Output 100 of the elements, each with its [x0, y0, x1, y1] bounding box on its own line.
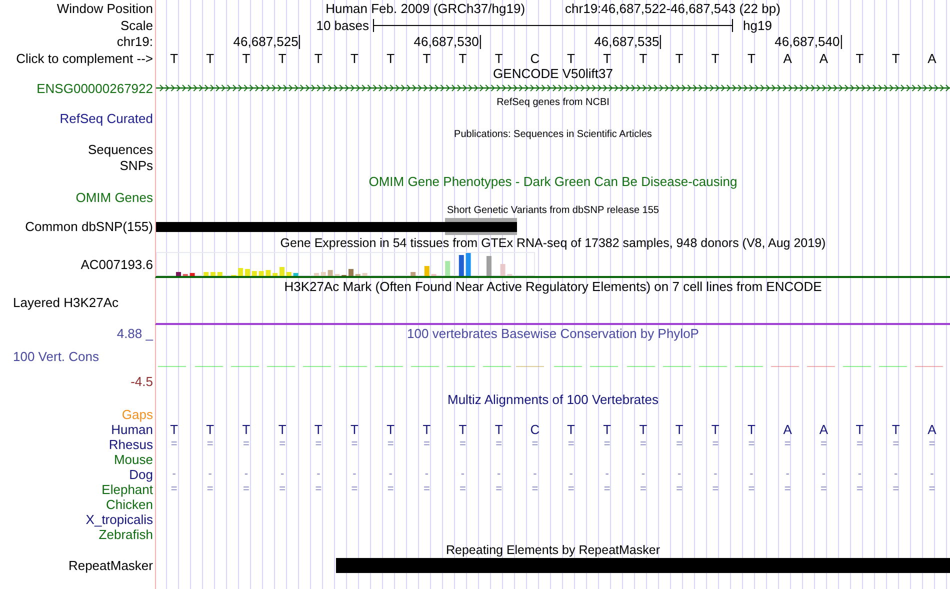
- species-label[interactable]: Elephant: [102, 483, 153, 496]
- base-letter: -: [748, 469, 754, 480]
- base-letter: =: [314, 484, 323, 495]
- base-letter: -: [496, 469, 502, 480]
- base-letter: =: [675, 484, 684, 495]
- base-letter: =: [422, 484, 431, 495]
- base-letter: -: [316, 469, 322, 480]
- base-letter: T: [638, 423, 648, 436]
- species-label[interactable]: Rhesus: [108, 438, 153, 451]
- base-letter: T: [674, 423, 684, 436]
- track-title: Gene Expression in 54 tissues from GTEx RNA-seq of 17382 samples, 948 donors (V8, Aug 2019): [280, 237, 826, 250]
- track-label[interactable]: Common dbSNP(155): [25, 220, 153, 233]
- base-letter: =: [892, 484, 900, 495]
- track-title: Multiz Alignments of 100 Vertebrates: [447, 392, 658, 406]
- base-letter: -: [243, 469, 250, 480]
- base-letter: T: [566, 52, 576, 64]
- base-letter: T: [710, 423, 720, 436]
- track-label[interactable]: Window Position: [56, 2, 153, 15]
- base-letter: T: [890, 423, 901, 436]
- base-letter: C: [529, 423, 541, 436]
- track-title: GENCODE V50lift37: [493, 66, 613, 80]
- base-letter: T: [350, 52, 360, 64]
- track-label[interactable]: RefSeq Curated: [60, 112, 153, 125]
- base-letter: =: [278, 484, 287, 495]
- track-label[interactable]: 100 Vert. Cons: [13, 350, 99, 362]
- base-letter: T: [386, 423, 396, 436]
- species-label[interactable]: Zebrafish: [98, 528, 153, 541]
- base-letter: -: [207, 469, 213, 480]
- base-letter: =: [422, 439, 431, 450]
- track-label[interactable]: SNPs: [120, 158, 153, 172]
- base-letter: =: [206, 439, 214, 450]
- track-label[interactable]: AC007193.6: [80, 258, 153, 271]
- base-letter: =: [856, 484, 864, 495]
- base-letter: T: [350, 423, 360, 436]
- species-label[interactable]: Chicken: [106, 498, 153, 511]
- scale-text: 10 bases: [315, 18, 370, 32]
- base-letter: A: [926, 423, 938, 436]
- base-letter: A: [782, 423, 793, 436]
- variant-bar[interactable]: [156, 222, 517, 232]
- base-letter: T: [854, 52, 865, 64]
- base-letter: =: [494, 484, 504, 495]
- base-letter: -: [352, 469, 358, 480]
- base-letter: -: [604, 469, 610, 480]
- base-letter: A: [818, 52, 829, 64]
- base-letter: T: [494, 52, 504, 64]
- base-letter: -: [279, 469, 286, 480]
- base-letter: =: [350, 484, 359, 495]
- base-letter: =: [747, 484, 756, 495]
- base-letter: =: [458, 484, 467, 495]
- track-label[interactable]: Layered H3K27Ac: [13, 296, 119, 309]
- base-letter: T: [205, 52, 216, 64]
- track-title: H3K27Ac Mark (Often Found Near Active Regulatory Elements) on 7 cell lines from ENCODE: [284, 280, 822, 293]
- base-letter: =: [242, 439, 250, 450]
- track-title: RefSeq genes from NCBI: [496, 98, 610, 108]
- base-letter: -: [568, 469, 574, 480]
- base-letter: =: [783, 439, 792, 450]
- base-letter: T: [890, 52, 901, 64]
- ruler-tick-label: 46,687,530: [414, 35, 481, 49]
- track-label[interactable]: ENSG00000267922: [36, 82, 153, 94]
- base-letter: =: [170, 484, 178, 495]
- track-title: OMIM Gene Phenotypes - Dark Green Can Be Disease-causing: [368, 175, 738, 188]
- track-label[interactable]: 4.88 _: [116, 326, 153, 340]
- ruler-tick-label: 46,687,540: [774, 35, 842, 49]
- repeat-element-bar[interactable]: [336, 558, 950, 573]
- base-letter: -: [676, 469, 682, 480]
- base-letter: T: [169, 52, 180, 64]
- base-letter: =: [566, 439, 576, 450]
- base-letter: =: [675, 439, 684, 450]
- species-label[interactable]: Human: [111, 423, 153, 436]
- ruler-tick-label: 46,687,525: [233, 35, 300, 49]
- species-label[interactable]: X_tropicalis: [86, 513, 153, 526]
- base-letter: C: [529, 52, 541, 64]
- base-letter: =: [892, 439, 900, 450]
- base-letter: -: [712, 469, 718, 480]
- species-label[interactable]: Dog: [129, 468, 153, 481]
- base-letter: T: [422, 52, 432, 64]
- base-letter: =: [278, 439, 287, 450]
- base-letter: -: [424, 469, 430, 480]
- base-letter: -: [856, 469, 863, 480]
- base-letter: =: [602, 484, 612, 495]
- base-letter: T: [386, 52, 396, 64]
- track-label[interactable]: OMIM Genes: [76, 190, 153, 204]
- track-title: Publications: Sequences in Scientific Articles: [454, 130, 652, 140]
- ruler-tick-label: 46,687,535: [594, 35, 662, 49]
- track-label[interactable]: Scale: [120, 18, 153, 32]
- track-label[interactable]: Sequences: [88, 143, 153, 156]
- track-label[interactable]: chr19:: [116, 35, 153, 48]
- base-letter: =: [602, 439, 612, 450]
- track-label[interactable]: -4.5: [130, 374, 153, 388]
- base-letter: =: [458, 439, 467, 450]
- base-letter: -: [171, 469, 177, 480]
- base-letter: =: [928, 439, 936, 450]
- base-letter: =: [314, 439, 323, 450]
- track-label[interactable]: Click to complement -->: [16, 52, 153, 64]
- base-letter: -: [784, 469, 790, 480]
- species-label[interactable]: Mouse: [114, 453, 153, 466]
- base-letter: =: [856, 439, 864, 450]
- base-letter: T: [169, 423, 180, 436]
- track-label[interactable]: RepeatMasker: [68, 559, 153, 572]
- base-letter: T: [277, 52, 288, 64]
